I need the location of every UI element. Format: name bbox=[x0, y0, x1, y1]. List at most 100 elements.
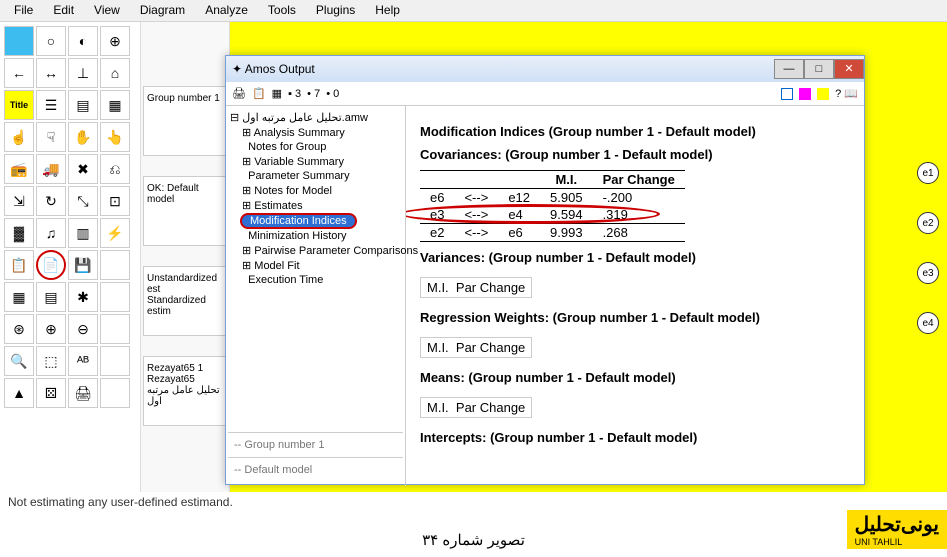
tb-print[interactable]: 🖨 bbox=[232, 87, 246, 100]
heading-reg: Regression Weights: (Group number 1 - De… bbox=[420, 310, 850, 325]
tool-dice[interactable]: ⚄ bbox=[36, 378, 66, 408]
tool-list[interactable]: ☰ bbox=[36, 90, 66, 120]
table-row: e3<-->e49.594.319 bbox=[420, 206, 685, 224]
output-content: Modification Indices (Group number 1 - D… bbox=[406, 106, 864, 486]
tool-analysis[interactable]: ▦ bbox=[4, 282, 34, 312]
tool-hand[interactable]: ☝ bbox=[4, 122, 34, 152]
table-row: e6<-->e125.905-.200 bbox=[420, 189, 685, 207]
tool-empty4[interactable] bbox=[100, 346, 130, 376]
heading-modidx: Modification Indices (Group number 1 - D… bbox=[420, 124, 850, 139]
tool-palette: ○ ◐ ⊕ ← ↔ ⊥ ⌂ Title ☰ ▤ ▦ ☝ ☟ ✋ 👆 📻 🚚 ✖ … bbox=[0, 22, 140, 492]
tool-unique[interactable]: ⌂ bbox=[100, 58, 130, 88]
tool-fit[interactable]: ⊡ bbox=[100, 186, 130, 216]
tool-ellipse[interactable]: ○ bbox=[36, 26, 66, 56]
tool-select[interactable]: ▦ bbox=[100, 90, 130, 120]
tool-zoomout[interactable]: ⊖ bbox=[68, 314, 98, 344]
tool-view-text[interactable]: 📄 bbox=[36, 250, 66, 280]
close-button[interactable]: ✕ bbox=[834, 59, 864, 79]
tree-modification-indices[interactable]: Modification Indices bbox=[240, 213, 357, 229]
empty-means: M.I. Par Change bbox=[420, 397, 532, 418]
menu-diagram[interactable]: Diagram bbox=[130, 0, 195, 21]
menu-tools[interactable]: Tools bbox=[258, 0, 306, 21]
output-tree[interactable]: ⊟ تحلیل عامل مرتبه اول.amw ⊞ Analysis Su… bbox=[226, 106, 406, 486]
tool-indicator[interactable]: ⊕ bbox=[100, 26, 130, 56]
output-titlebar[interactable]: ✦ Amos Output — □ ✕ bbox=[226, 56, 864, 82]
tool-props[interactable]: ▓ bbox=[4, 218, 34, 248]
tb-help[interactable]: ? 📖 bbox=[835, 87, 858, 100]
maximize-button[interactable]: □ bbox=[804, 59, 834, 79]
tool-abc[interactable]: ᴬᴮ bbox=[68, 346, 98, 376]
tool-move[interactable]: 🚚 bbox=[36, 154, 66, 184]
tb-c2[interactable] bbox=[799, 88, 811, 100]
tool-zoomin[interactable]: ⊕ bbox=[36, 314, 66, 344]
menu-plugins[interactable]: Plugins bbox=[306, 0, 365, 21]
tool-data[interactable]: 📻 bbox=[4, 154, 34, 184]
table-row: e2<-->e69.993.268 bbox=[420, 224, 685, 242]
menubar: File Edit View Diagram Analyze Tools Plu… bbox=[0, 0, 947, 22]
tb-c1[interactable] bbox=[781, 88, 793, 100]
tool-save[interactable]: 💾 bbox=[68, 250, 98, 280]
tool-erase[interactable]: ✖ bbox=[68, 154, 98, 184]
tool-rect[interactable] bbox=[4, 26, 34, 56]
tool-rotate[interactable]: ↻ bbox=[36, 186, 66, 216]
minimize-button[interactable]: — bbox=[774, 59, 804, 79]
tool-empty2[interactable] bbox=[100, 282, 130, 312]
tool-path-both[interactable]: ↔ bbox=[36, 58, 66, 88]
tree-model[interactable]: -- Default model bbox=[228, 457, 403, 482]
model-box[interactable]: OK: Default model bbox=[143, 176, 227, 246]
tool-hist[interactable]: ▲ bbox=[4, 378, 34, 408]
empty-var: M.I. Par Change bbox=[420, 277, 532, 298]
tool-zoom[interactable]: 🔍 bbox=[4, 346, 34, 376]
tool-output[interactable]: ▥ bbox=[68, 218, 98, 248]
tool-title[interactable]: Title bbox=[4, 90, 34, 120]
tool-dup[interactable]: ⎌ bbox=[100, 154, 130, 184]
tool-est[interactable]: ♫ bbox=[36, 218, 66, 248]
error-e3[interactable]: e3 bbox=[917, 262, 939, 284]
error-e4[interactable]: e4 bbox=[917, 312, 939, 334]
tool-error[interactable]: ⊥ bbox=[68, 58, 98, 88]
tool-empty3[interactable] bbox=[100, 314, 130, 344]
menu-file[interactable]: File bbox=[4, 0, 43, 21]
tool-hand4[interactable]: 👆 bbox=[100, 122, 130, 152]
tool-print[interactable]: 🖨 bbox=[68, 378, 98, 408]
tb-copy[interactable]: 📋 bbox=[252, 87, 266, 100]
error-e1[interactable]: e1 bbox=[917, 162, 939, 184]
tool-empty1[interactable] bbox=[100, 250, 130, 280]
menu-analyze[interactable]: Analyze bbox=[195, 0, 258, 21]
logo: یونی‌تحلیلUNI TAHLIL bbox=[847, 510, 947, 549]
amos-output-window: ✦ Amos Output — □ ✕ 🖨 📋 ▦ ▪ 3 • 7 • 0 ? … bbox=[225, 55, 865, 485]
tool-calc[interactable]: ▤ bbox=[36, 282, 66, 312]
menu-edit[interactable]: Edit bbox=[43, 0, 84, 21]
tool-spec[interactable]: ⊛ bbox=[4, 314, 34, 344]
empty-reg: M.I. Par Change bbox=[420, 337, 532, 358]
tool-latent[interactable]: ◐ bbox=[68, 26, 98, 56]
tool-hand3[interactable]: ✋ bbox=[68, 122, 98, 152]
mid-panel: Group number 1 OK: Default model Unstand… bbox=[140, 22, 230, 492]
tool-reflect[interactable]: ⤡ bbox=[68, 186, 98, 216]
error-e2[interactable]: e2 bbox=[917, 212, 939, 234]
tb-spin1[interactable]: ▪ 3 bbox=[288, 88, 301, 100]
tool-path-left[interactable]: ← bbox=[4, 58, 34, 88]
tb-c3[interactable] bbox=[817, 88, 829, 100]
group-box[interactable]: Group number 1 bbox=[143, 86, 227, 156]
tool-multi[interactable]: ✱ bbox=[68, 282, 98, 312]
tool-bayes[interactable]: ⬚ bbox=[36, 346, 66, 376]
tool-empty5[interactable] bbox=[100, 378, 130, 408]
tb-opts[interactable]: ▦ bbox=[272, 87, 282, 100]
menu-help[interactable]: Help bbox=[365, 0, 410, 21]
tool-hand2[interactable]: ☟ bbox=[36, 122, 66, 152]
tool-copy[interactable]: 📋 bbox=[4, 250, 34, 280]
tool-resize[interactable]: ⇲ bbox=[4, 186, 34, 216]
files-box[interactable]: Rezayat65 1Rezayat65تحلیل عامل مرتبه اول bbox=[143, 356, 227, 426]
output-toolbar: 🖨 📋 ▦ ▪ 3 • 7 • 0 ? 📖 bbox=[226, 82, 864, 106]
menu-view[interactable]: View bbox=[84, 0, 130, 21]
tool-clip[interactable]: ⚡ bbox=[100, 218, 130, 248]
tool-vars[interactable]: ▤ bbox=[68, 90, 98, 120]
tb-spin2[interactable]: • 7 bbox=[307, 88, 320, 100]
status-bar: Not estimating any user-defined estimand… bbox=[8, 495, 233, 509]
heading-intc: Intercepts: (Group number 1 - Default mo… bbox=[420, 430, 850, 445]
caption: تصویر شماره ۳۴ bbox=[0, 531, 947, 549]
est-box[interactable]: Unstandardized estStandardized estim bbox=[143, 266, 227, 336]
tb-spin3[interactable]: • 0 bbox=[326, 88, 339, 100]
tree-group[interactable]: -- Group number 1 bbox=[228, 432, 403, 457]
